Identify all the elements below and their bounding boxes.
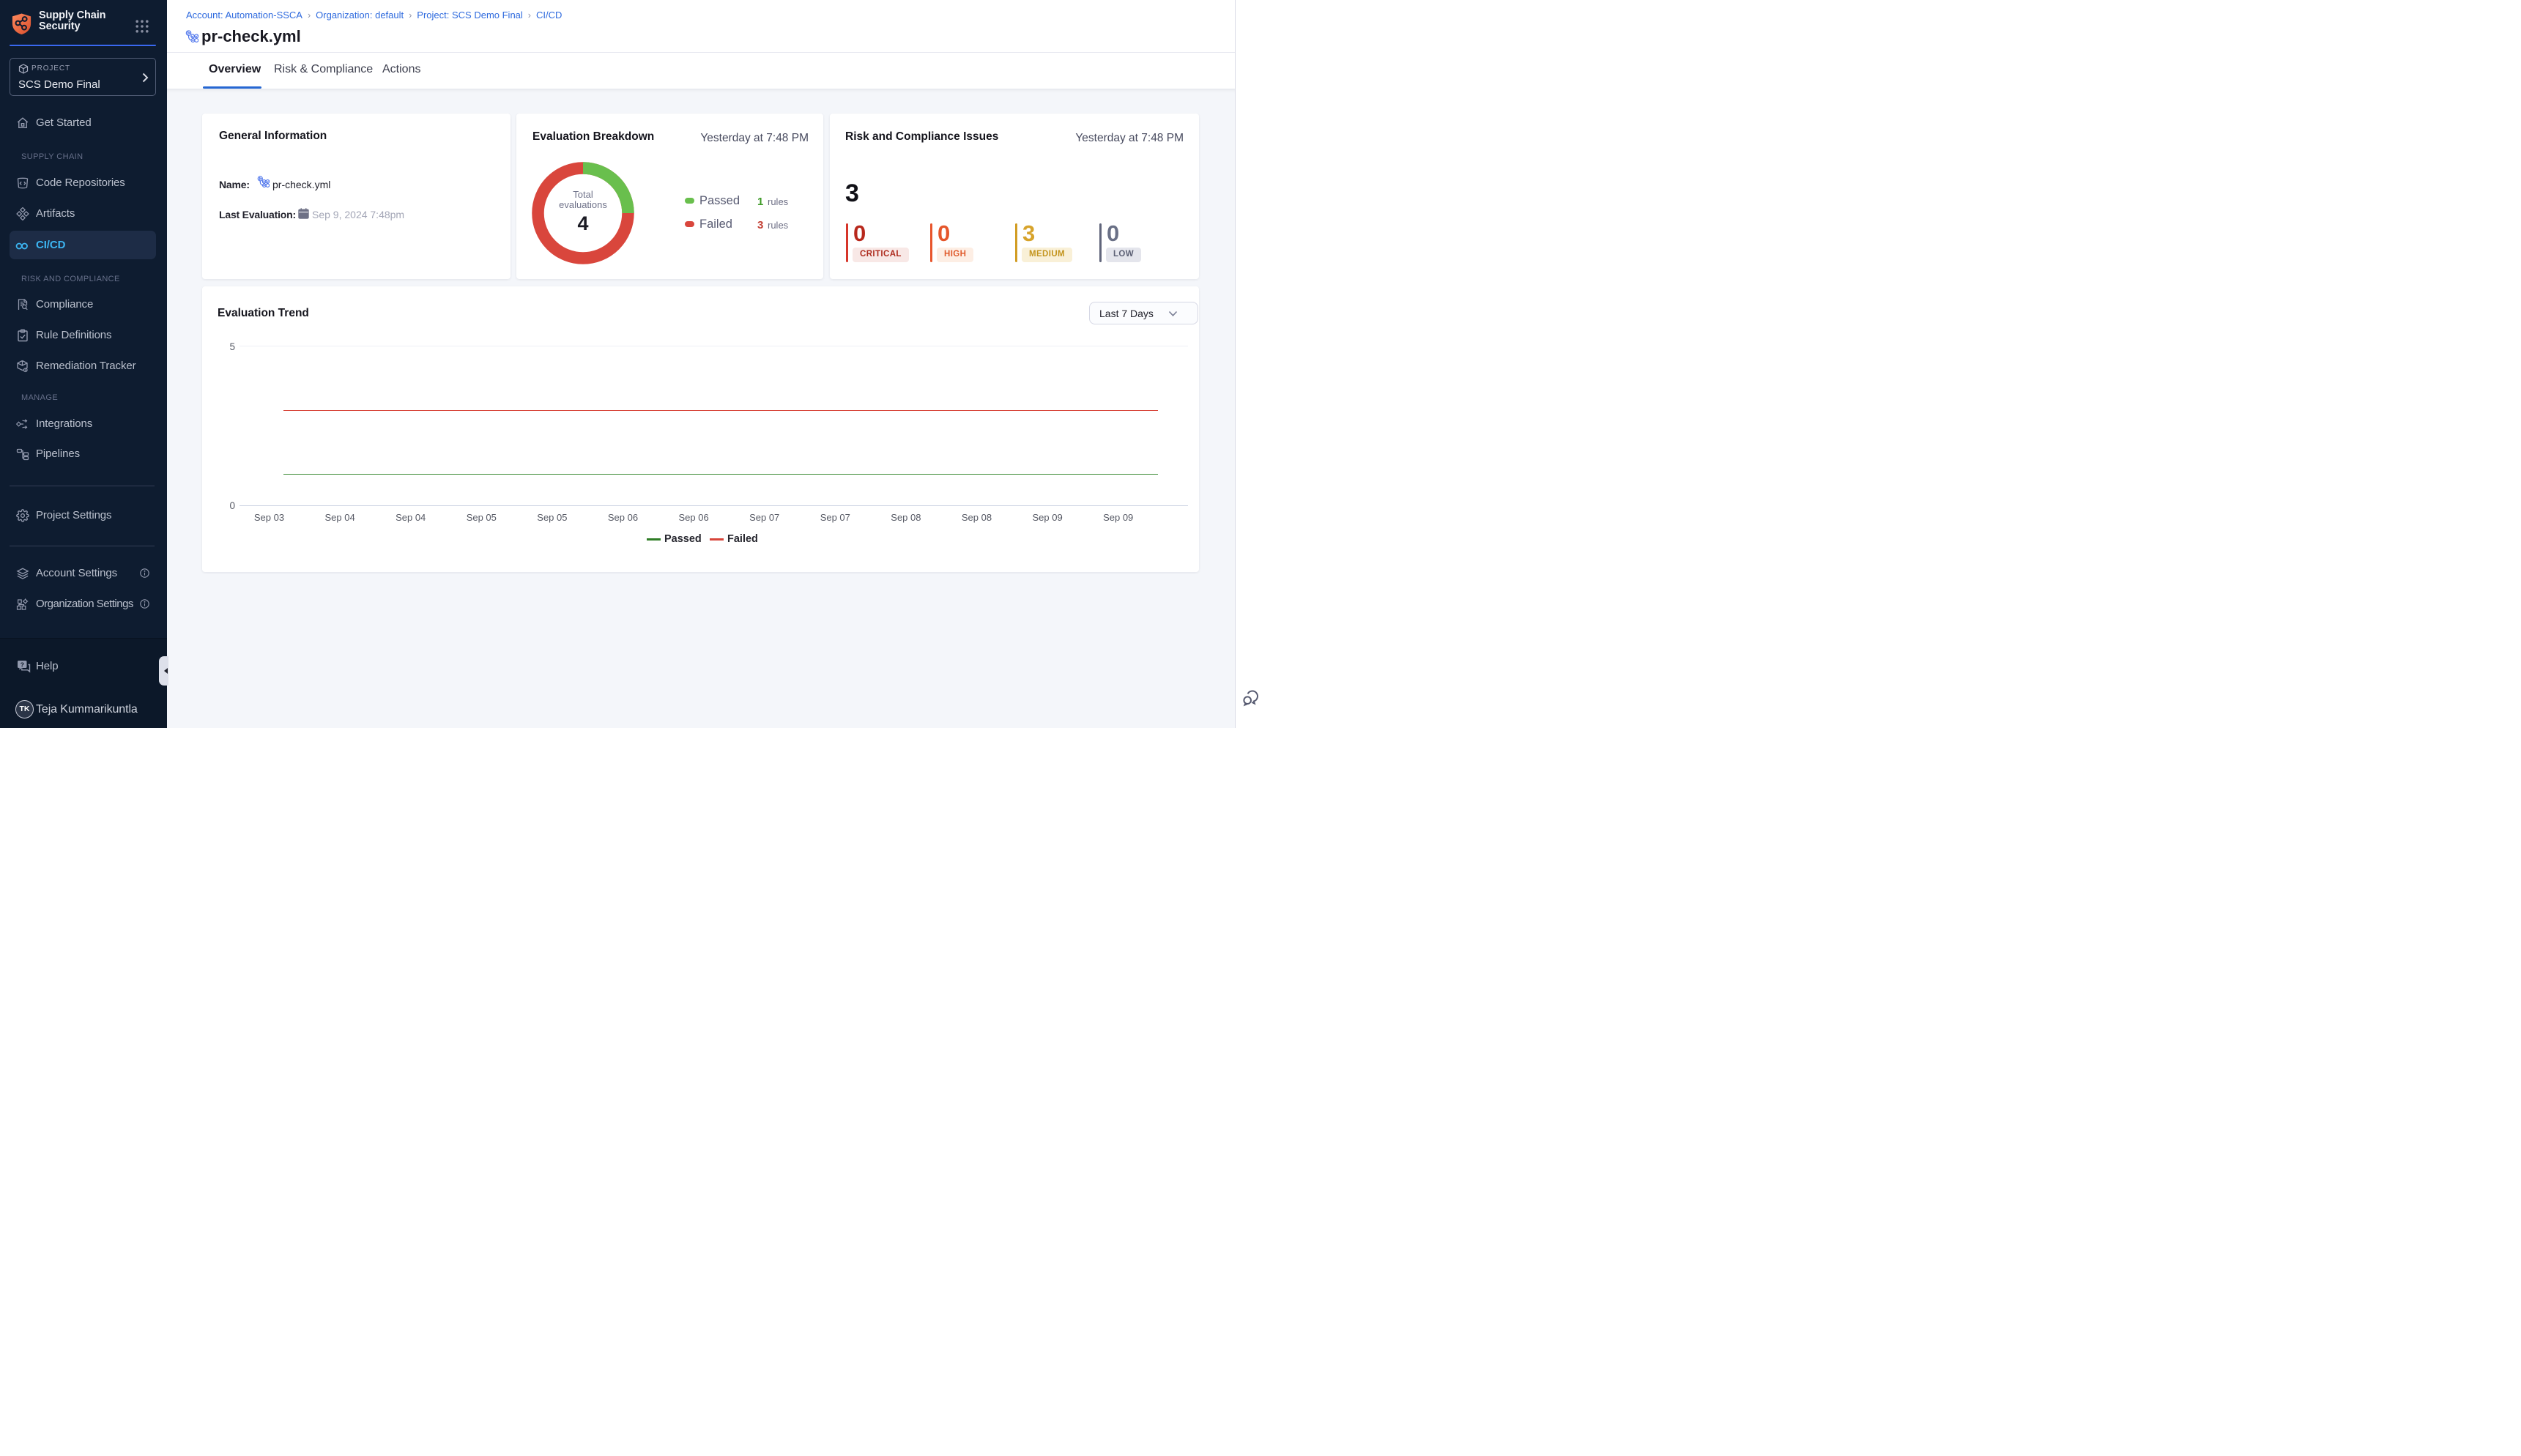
svg-text:?: ? <box>21 661 24 668</box>
